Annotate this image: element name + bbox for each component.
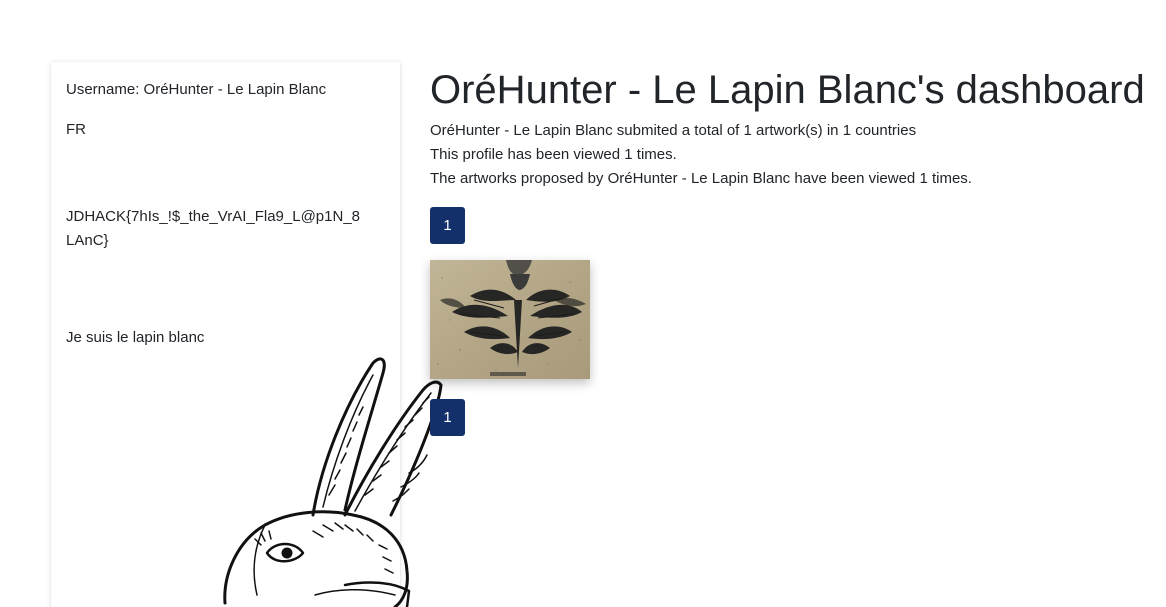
artwork-thumbnail[interactable] xyxy=(430,260,590,379)
artwork-image xyxy=(430,260,590,379)
artwork-count-text: OréHunter - Le Lapin Blanc submited a to… xyxy=(430,122,917,139)
profile-bio: Je suis le lapin blanc xyxy=(66,329,205,346)
page-title: OréHunter - Le Lapin Blanc's dashboard xyxy=(430,68,1145,112)
pagination-page-1-bottom[interactable]: 1 xyxy=(430,399,465,436)
profile-flag-text: JDHACK{7hIs_!$_the_VrAI_Fla9_L@p1N_8LAnC… xyxy=(66,208,361,249)
white-rabbit-illustration xyxy=(195,345,475,607)
dashboard-page: Username: OréHunter - Le Lapin Blanc FR … xyxy=(0,0,1166,607)
white-rabbit-icon xyxy=(223,357,443,607)
country-label: FR xyxy=(66,121,86,138)
pagination-page-1-top[interactable]: 1 xyxy=(430,207,465,244)
artwork-views-text: The artworks proposed by OréHunter - Le … xyxy=(430,170,972,187)
profile-views-text: This profile has been viewed 1 times. xyxy=(430,146,677,163)
username-label: Username: OréHunter - Le Lapin Blanc xyxy=(66,81,327,98)
